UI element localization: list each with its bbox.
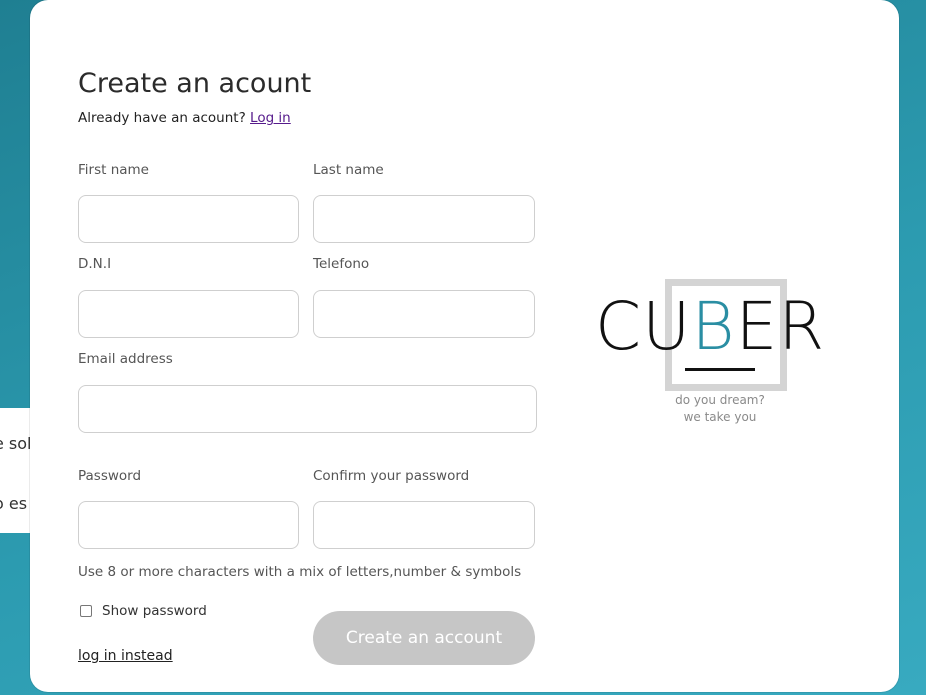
first-name-input[interactable] <box>78 195 299 243</box>
confirm-password-input[interactable] <box>313 501 535 549</box>
create-account-button[interactable]: Create an account <box>313 611 535 665</box>
background-text-2: o es <box>0 494 28 513</box>
logo-wordmark: CUBER <box>595 294 825 360</box>
email-input[interactable] <box>78 385 537 433</box>
login-prompt-text: Already have an acount? <box>78 110 246 126</box>
login-link[interactable]: Log in <box>250 110 291 126</box>
password-hint: Use 8 or more characters with a mix of l… <box>78 564 522 580</box>
logo-tagline-2: we take you <box>683 410 757 424</box>
logo-word-suffix: ER <box>735 288 826 365</box>
page-title: Create an acount <box>78 68 312 99</box>
logo-word-prefix: CU <box>595 288 692 365</box>
show-password-checkbox[interactable] <box>80 605 92 617</box>
cuber-logo: CUBER do you dream? we take you <box>595 278 845 428</box>
background-text-1: e sol <box>0 434 32 453</box>
email-label: Email address <box>78 351 173 367</box>
logo-word-highlight: B <box>691 288 736 365</box>
password-label: Password <box>78 468 142 484</box>
signup-card: Create an acount Already have an acount?… <box>30 0 899 692</box>
logo-underline <box>685 368 755 371</box>
show-password-toggle[interactable]: Show password <box>80 603 207 619</box>
logo-tagline-1: do you dream? <box>675 393 765 407</box>
login-prompt: Already have an acount? Log in <box>78 110 291 126</box>
show-password-label: Show password <box>102 603 207 619</box>
phone-label: Telefono <box>313 256 370 272</box>
login-instead-link[interactable]: log in instead <box>78 648 173 664</box>
last-name-label: Last name <box>313 162 384 178</box>
last-name-input[interactable] <box>313 195 535 243</box>
dni-label: D.N.I <box>78 256 112 272</box>
confirm-password-label: Confirm your password <box>313 468 470 484</box>
first-name-label: First name <box>78 162 149 178</box>
phone-input[interactable] <box>313 290 535 338</box>
password-input[interactable] <box>78 501 299 549</box>
dni-input[interactable] <box>78 290 299 338</box>
